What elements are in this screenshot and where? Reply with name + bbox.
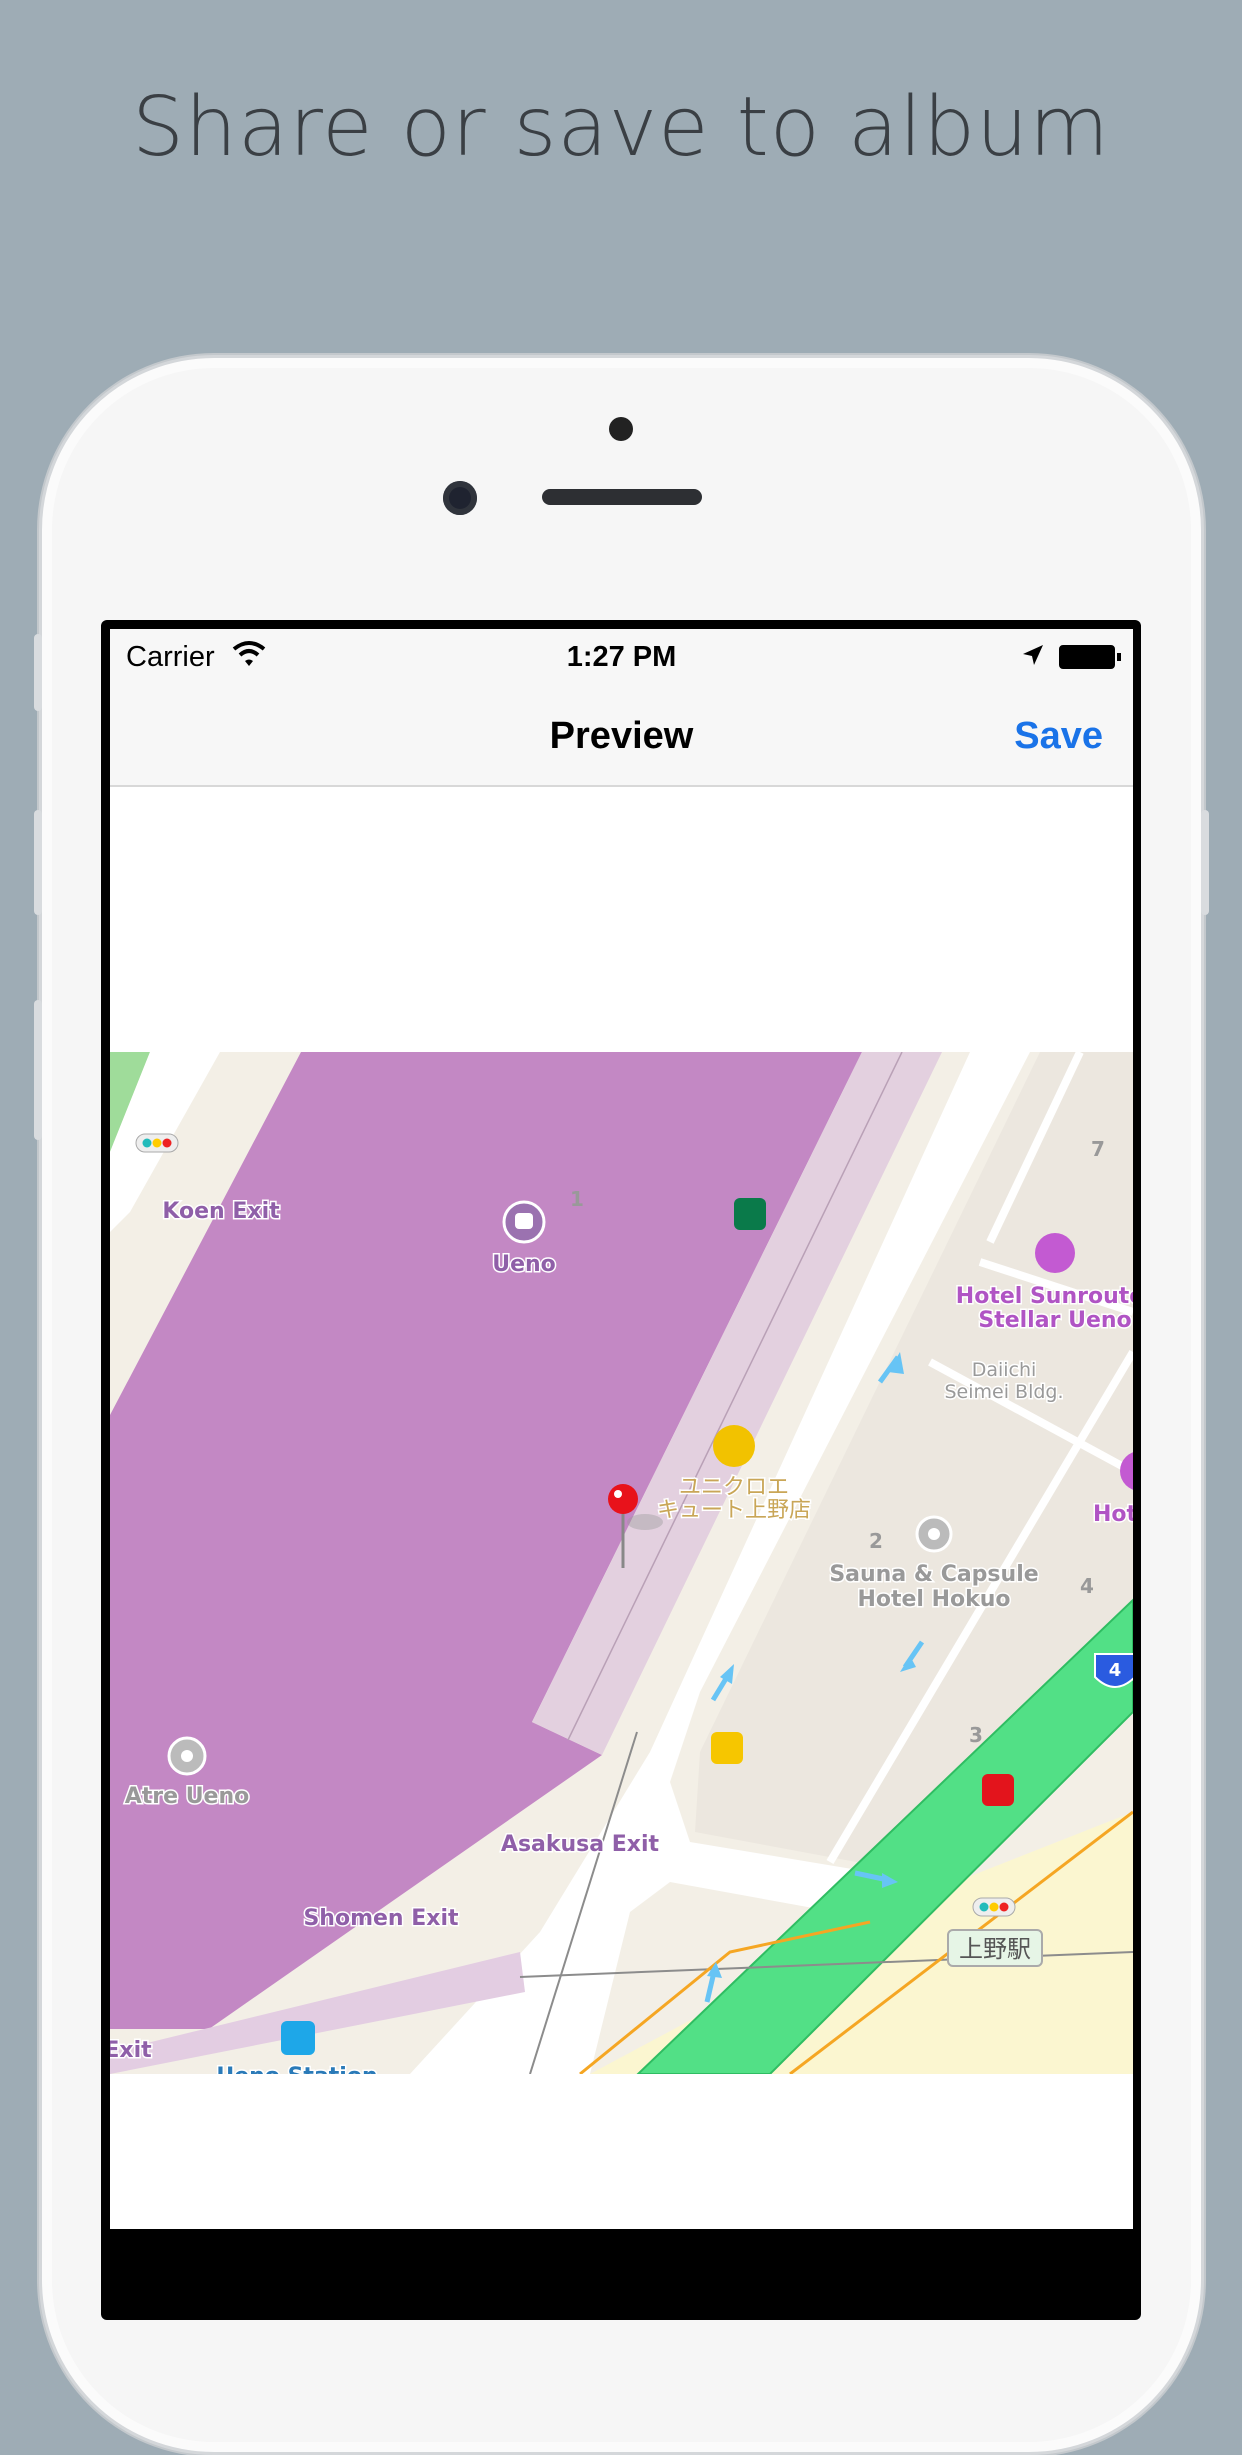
map-label: Sauna & Capsule	[829, 1562, 1038, 1587]
location-arrow-icon	[1023, 645, 1043, 665]
map-label: Seimei Bldg.	[944, 1381, 1063, 1403]
map-label: Koen Exit	[162, 1199, 280, 1224]
map-label: 3	[969, 1723, 983, 1747]
map-label: Hotel Hokuo	[857, 1587, 1010, 1612]
map-label: 4	[1080, 1574, 1094, 1598]
map-label: Hotel Sunroute	[956, 1284, 1133, 1309]
mufg-bank-icon[interactable]	[982, 1774, 1014, 1806]
map-label: Atre Ueno	[125, 1784, 250, 1809]
map-label: 1	[570, 1187, 584, 1211]
route-number: 4	[1109, 1660, 1122, 1681]
earpiece-speaker	[542, 489, 702, 505]
status-time: 1:27 PM	[566, 641, 677, 673]
starbucks-icon[interactable]	[734, 1198, 766, 1230]
mute-switch	[34, 634, 42, 711]
front-camera	[443, 481, 477, 515]
screen: Carrier 1:27 PM Preview Save Koen Exit U…	[110, 629, 1133, 2229]
map-label: Exit	[110, 2038, 152, 2063]
poi-pin-icon[interactable]	[167, 1736, 207, 1776]
map-label: Ueno Station	[216, 2064, 377, 2074]
map-label: 2	[869, 1529, 883, 1553]
map-label: Daiichi	[972, 1359, 1037, 1381]
navigation-bar: Preview Save	[110, 689, 1133, 787]
save-button[interactable]: Save	[1014, 715, 1103, 758]
map-preview[interactable]: Koen Exit Ueno 1 7 Hotel Sunroute Stella…	[110, 1052, 1133, 2074]
proximity-sensor	[609, 417, 633, 441]
traffic-light-icon	[135, 1133, 179, 1153]
metro-icon[interactable]	[281, 2021, 315, 2055]
status-bar: Carrier 1:27 PM	[110, 629, 1133, 689]
shopping-bag-icon[interactable]	[713, 1425, 755, 1467]
train-station-icon[interactable]	[502, 1200, 546, 1244]
headline: Share or save to album	[132, 80, 1110, 175]
poi-pin-icon[interactable]	[915, 1515, 953, 1553]
battery-icon	[1059, 645, 1121, 669]
station-name-label: 上野駅	[959, 1935, 1031, 1963]
volume-down-button	[34, 1000, 42, 1140]
map-label: Stellar Ueno	[978, 1308, 1131, 1333]
map-label: キュート上野店	[657, 1498, 811, 1523]
power-button	[1201, 810, 1209, 915]
traffic-light-icon	[972, 1897, 1016, 1917]
hotel-icon[interactable]	[1035, 1233, 1075, 1273]
map-label: Shomen Exit	[303, 1906, 459, 1931]
page-title: Preview	[549, 715, 694, 757]
volume-up-button	[34, 810, 42, 915]
map-label: Ueno	[492, 1252, 556, 1277]
map-label: ユニクロエ	[679, 1475, 789, 1500]
map-label: 7	[1091, 1137, 1105, 1161]
store-icon[interactable]	[711, 1732, 743, 1764]
map-label: Asakusa Exit	[501, 1832, 660, 1857]
map-label: Hotel I	[1093, 1502, 1133, 1527]
